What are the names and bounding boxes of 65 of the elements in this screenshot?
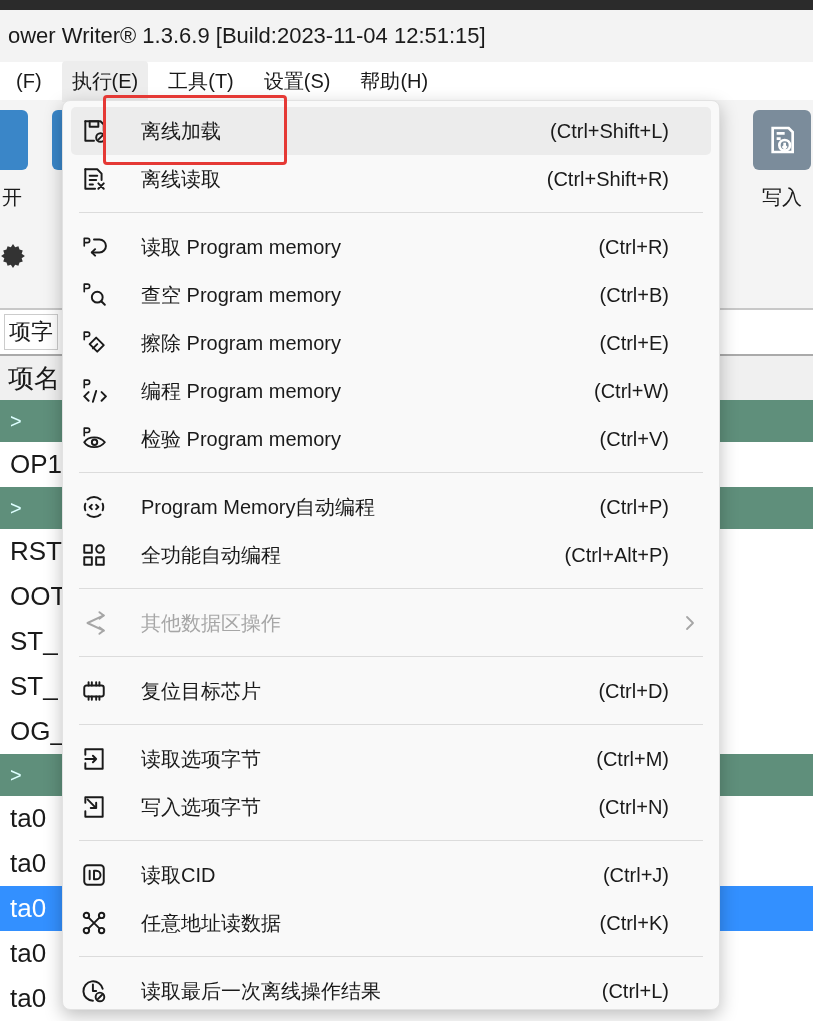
menu-item-label: 擦除 Program memory [141,330,343,356]
chevron-right-icon [685,615,695,631]
grid-icon [81,542,107,568]
menu-item-label: 检验 Program memory [141,426,343,452]
menu-item[interactable]: 复位目标芯片 (Ctrl+D) [71,667,711,715]
menu-bar-item[interactable]: 帮助(H) [350,60,439,102]
export-down-icon [81,794,107,820]
shortcut-label: (Ctrl+J) [602,863,669,887]
menu-item-label: 其他数据区操作 [141,610,282,636]
shortcut-label: (Ctrl+D) [598,679,669,703]
menu-item[interactable]: 任意地址读数据 (Ctrl+K) [71,899,711,947]
shortcut-label: (Ctrl+V) [599,427,669,451]
menu-item[interactable]: 查空 Program memory (Ctrl+B) [71,271,711,319]
p-search-icon [81,282,107,308]
menu-item[interactable]: 读取选项字节 (Ctrl+M) [71,735,711,783]
menu-item-label: 读取CID [141,862,217,888]
shortcut-label: (Ctrl+Alt+P) [564,543,669,567]
menu-item-label: 写入选项字节 [141,794,262,820]
filter-field[interactable]: 项字 [4,314,58,350]
p-eraser-icon [81,330,107,356]
menu-bar-item[interactable]: (F) [6,62,52,100]
shortcut-label: (Ctrl+Shift+R) [546,167,669,191]
menu-item-label: Program Memory自动编程 [141,494,377,520]
shortcut-label: (Ctrl+B) [599,283,669,307]
write-label: 写入 [762,185,802,210]
menu-item-label: 查空 Program memory [141,282,343,308]
menu-item[interactable]: 离线加载 (Ctrl+Shift+L) [71,107,711,155]
gear-icon[interactable] [0,243,26,269]
toolbar-label: 开 [2,185,23,210]
window-title: ower Writer® 1.3.6.9 [Build:2023-11-04 12:51:15] [8,23,486,49]
shortcut-label: (Ctrl+R) [598,235,669,259]
menu-item-label: 离线加载 [141,118,222,144]
menu-item[interactable]: 读取 Program memory (Ctrl+R) [71,223,711,271]
id-icon [81,862,107,888]
shortcut-label: (Ctrl+P) [599,495,669,519]
menu-item-label: 读取最后一次离线操作结果 [141,978,382,1004]
menu-item[interactable]: 读取CID (Ctrl+J) [71,851,711,899]
shortcut-label: (Ctrl+W) [594,379,669,403]
shortcut-label: (Ctrl+K) [599,911,669,935]
chip-icon [81,678,107,704]
menu-item[interactable]: 全功能自动编程 (Ctrl+Alt+P) [71,531,711,579]
shortcut-label: (Ctrl+M) [596,747,669,771]
menu-item[interactable]: 离线读取 (Ctrl+Shift+R) [71,155,711,203]
shortcut-label: (Ctrl+Shift+L) [550,119,669,143]
shortcut-label: (Ctrl+E) [599,331,669,355]
write-button[interactable] [753,110,811,170]
p-code-icon [81,378,107,404]
clock-check-icon [81,978,107,1004]
menu-item-label: 任意地址读数据 [141,910,282,936]
document-x-icon [81,166,107,192]
menu-item[interactable]: 写入选项字节 (Ctrl+N) [71,783,711,831]
menu-bar-item[interactable]: 设置(S) [253,60,341,102]
menu-item-label: 复位目标芯片 [141,678,262,704]
menu-item-label: 读取 Program memory [141,234,343,260]
circular-code-icon [81,494,107,520]
shortcut-label: (Ctrl+L) [601,979,669,1003]
menu-item-label: 全功能自动编程 [141,542,282,568]
menu-item-label: 离线读取 [141,166,222,192]
menu-item[interactable]: Program Memory自动编程 (Ctrl+P) [71,483,711,531]
menu-item[interactable]: 读取最后一次离线操作结果 (Ctrl+L) [71,967,711,1015]
menu-item-label: 读取选项字节 [141,746,262,772]
import-icon [81,746,107,772]
shortcut-label: (Ctrl+N) [598,795,669,819]
menu-item[interactable]: 检验 Program memory (Ctrl+V) [71,415,711,463]
network-nodes-icon [81,910,107,936]
